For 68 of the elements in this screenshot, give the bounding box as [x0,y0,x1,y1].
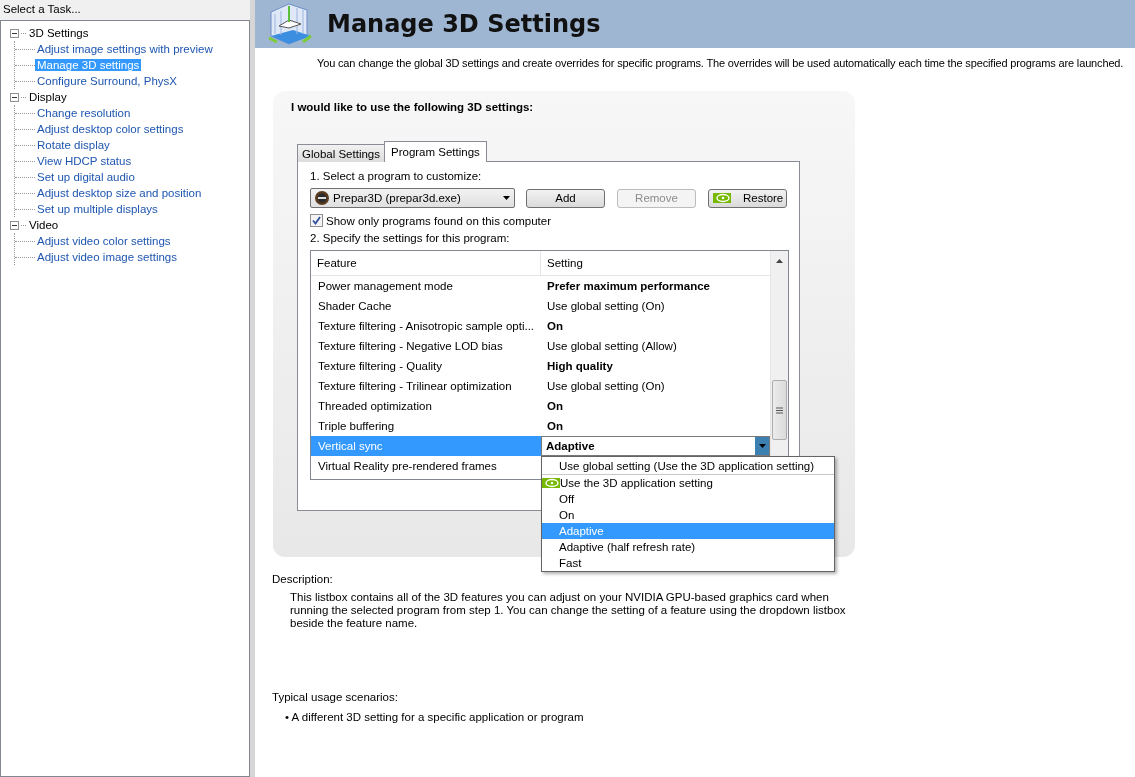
nvidia-logo-icon [713,193,731,203]
page-title: Manage 3D Settings [327,10,601,38]
tree-item[interactable]: Adjust image settings with preview [35,43,215,55]
setting-cell[interactable]: Use global setting (Allow) [541,336,770,356]
column-header[interactable]: Setting [541,251,583,275]
dropdown-option[interactable]: Adaptive (half refresh rate) [542,539,834,555]
tab[interactable]: Global Settings [297,144,385,162]
checkbox[interactable] [310,214,323,227]
checkbox-label: Show only programs found on this computer [326,214,551,227]
collapse-icon[interactable] [10,92,19,102]
collapse-icon[interactable] [10,28,19,38]
description-label: Description: [272,573,334,585]
step-label: 1. Select a program to customize: [310,170,483,182]
tree-item[interactable]: Adjust desktop size and position [35,187,204,199]
dropdown-list[interactable]: Use global setting (Use the 3D application setting) Use the 3D application setting Off On Adaptive Adaptive (half refresh rate) Fast [541,456,835,572]
setting-cell[interactable]: Use global setting (On) [541,376,770,396]
panel-title: Select a Task... [2,2,82,17]
panel-heading: I would like to use the following 3D settings: [291,101,535,113]
setting-cell[interactable]: On [541,416,770,436]
button[interactable]: Add [526,188,605,208]
feature-cell[interactable]: Texture filtering - Quality [311,356,541,376]
setting-cell[interactable]: On [541,316,770,336]
dropdown-option[interactable]: Fast [542,555,834,571]
collapse-icon[interactable] [10,220,19,230]
cube-icon [267,2,313,46]
feature-cell[interactable]: Texture filtering - Negative LOD bias [311,336,541,356]
button[interactable]: Restore [708,188,787,208]
tree-item[interactable]: Display [27,91,69,103]
feature-cell[interactable]: Threaded optimization [311,396,541,416]
tree-item[interactable]: Adjust desktop color settings [35,123,186,135]
feature-cell[interactable]: Virtual Reality pre-rendered frames [311,456,541,476]
setting-cell[interactable]: On [541,396,770,416]
nvidia-logo-icon [542,478,560,488]
tree-item[interactable]: Set up multiple displays [35,203,160,215]
setting-cell[interactable]: Use global setting (On) [541,296,770,316]
tree-item[interactable]: View HDCP status [35,155,134,167]
feature-cell[interactable]: Texture filtering - Anisotropic sample opti... [311,316,541,336]
setting-cell[interactable]: High quality [541,356,770,376]
feature-cell[interactable]: Power management mode [311,276,541,296]
dropdown-option[interactable]: Off [542,491,834,507]
dropdown-option[interactable]: Use global setting (Use the 3D application setting) [542,457,834,475]
tree-item[interactable]: Video [27,219,61,231]
tree-item[interactable]: Adjust video color settings [35,235,173,247]
scroll-up-icon[interactable] [776,259,783,263]
description-text: This listbox contains all of the 3D features you can adjust on your NVIDIA GPU-based graphics card when running the selected program from step 1. You can change the setting of a feature using the dropdown listbox beside the feature name. [290,591,847,630]
tab[interactable]: Program Settings [384,141,487,162]
feature-cell[interactable]: Texture filtering - Trilinear optimization [311,376,541,396]
usage-label: Typical usage scenarios: [272,691,399,703]
tree-item[interactable]: Change resolution [35,107,133,119]
usage-item: • A different 3D setting for a specific application or program [285,711,585,723]
tree-item[interactable]: Configure Surround, PhysX [35,75,179,87]
program-logo-icon [315,191,329,205]
scroll-thumb[interactable] [772,380,787,440]
step-label: 2. Specify the settings for this program: [310,232,511,244]
tree-item[interactable]: Rotate display [35,139,112,151]
tree-item[interactable]: Set up digital audio [35,171,137,183]
feature-cell[interactable]: Triple buffering [311,416,541,436]
setting-dropdown[interactable]: Adaptive [541,436,770,456]
intro-text: You can change the global 3D settings and create overrides for specific programs. The overrides will be used automatically each time the specified programs are launched. [317,57,1125,69]
program-dropdown[interactable]: Prepar3D (prepar3d.exe) [310,188,515,208]
column-header[interactable]: Feature [311,251,541,275]
tree-item[interactable]: Adjust video image settings [35,251,179,263]
feature-cell[interactable]: Shader Cache [311,296,541,316]
dropdown-arrow-icon [503,196,510,200]
tree-item[interactable]: 3D Settings [27,27,91,39]
setting-cell[interactable]: Prefer maximum performance [541,276,770,296]
dropdown-option[interactable]: Use the 3D application setting [542,475,834,491]
dropdown-option[interactable]: On [542,507,834,523]
